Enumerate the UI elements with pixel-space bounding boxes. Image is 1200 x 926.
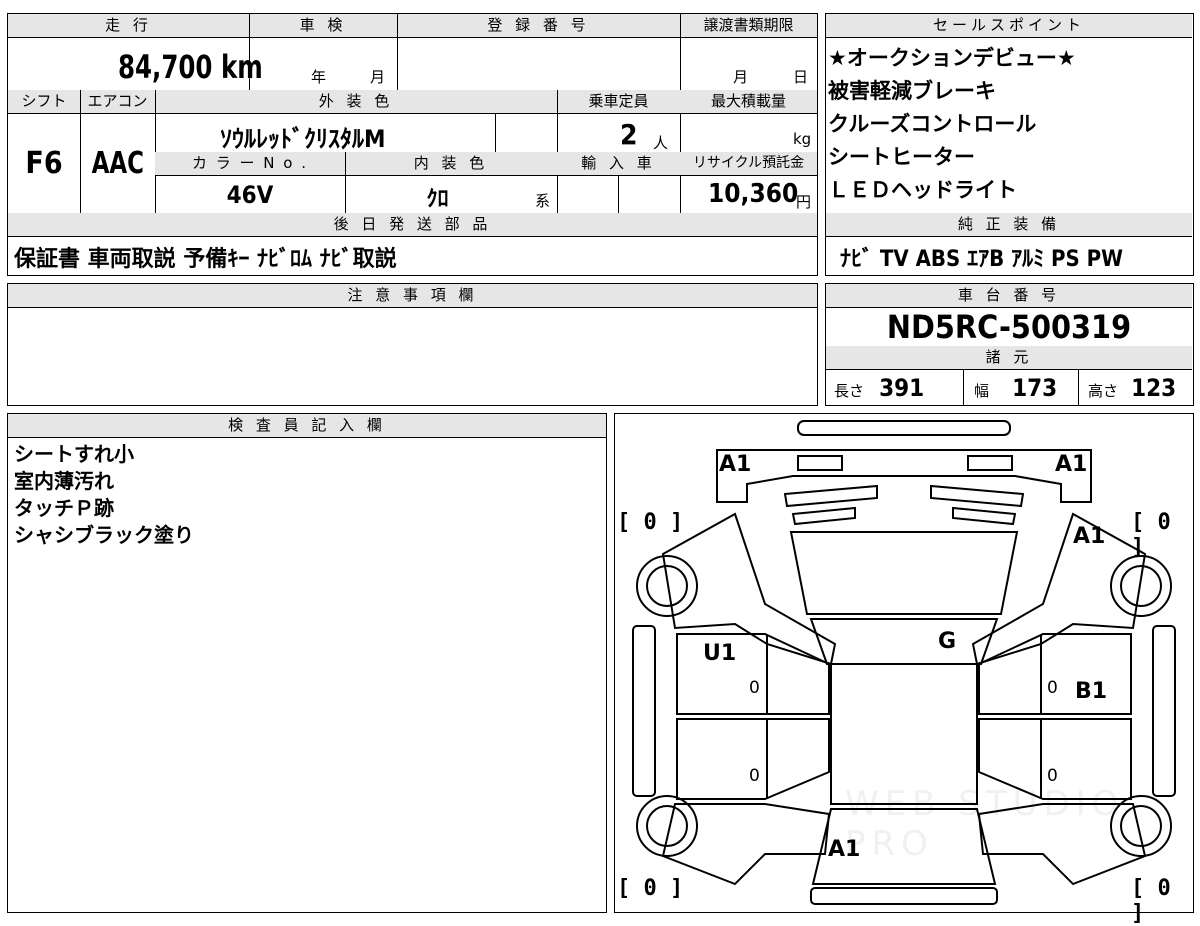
registration-header: 登 録 番 号 xyxy=(397,14,680,38)
height-spec: 高さ 123 xyxy=(1088,374,1176,402)
ac-value: AAC xyxy=(80,146,155,181)
interior-value: ｸﾛ xyxy=(426,187,449,212)
left-front-fender-shape xyxy=(661,512,837,666)
hood-shape xyxy=(789,531,1019,615)
transfer-day: 日 xyxy=(793,68,809,86)
mark-front-right: A1 xyxy=(1055,452,1088,477)
inspection-header: 車 検 xyxy=(249,14,397,38)
later-parts-value: 保証書 車両取説 予備ｷｰ ﾅﾋﾞﾛﾑ ﾅﾋﾞ取説 xyxy=(14,247,397,272)
windshield-shape xyxy=(809,618,999,665)
zero-mark: 0 xyxy=(1047,678,1058,698)
tire-front-left: [ 0 ] xyxy=(617,510,684,535)
load-unit: kg xyxy=(793,130,812,148)
interior-header: 内 装 色 xyxy=(345,152,557,176)
mileage-unit: km xyxy=(220,48,263,86)
height-label: 高さ xyxy=(1088,382,1119,400)
transfer-header: 譲渡書類期限 xyxy=(680,14,817,38)
width-value: 173 xyxy=(1012,374,1058,402)
mark-front-left: A1 xyxy=(719,452,752,477)
later-parts-header: 後 日 発 送 部 品 xyxy=(8,213,817,237)
watermark: WEB STUDIO PRO xyxy=(845,784,1125,864)
width-label: 幅 xyxy=(974,382,990,400)
left-rear-fender-shape xyxy=(661,803,831,886)
width-spec: 幅 173 xyxy=(974,374,1057,402)
ac-header: エアコン xyxy=(80,90,155,114)
zero-mark: 0 xyxy=(749,678,760,698)
recycle-value: 10,360 xyxy=(708,179,799,209)
sales-item: ★オークションデビュー★ xyxy=(828,46,1076,70)
sales-item: シートヒーター xyxy=(828,145,975,169)
recycle-unit: 円 xyxy=(796,193,812,211)
inspector-item: 室内薄汚れ xyxy=(14,469,114,493)
chassis-number: ND5RC-500319 xyxy=(886,308,1132,346)
mark-right-fender: A1 xyxy=(1073,524,1106,549)
sales-list: ★オークションデビュー★ 被害軽減ブレーキ クルーズコントロール シートヒーター… xyxy=(826,42,1192,207)
color-no-value: 46V xyxy=(226,181,274,209)
length-value: 391 xyxy=(879,374,925,402)
color-no-header: カ ラ ー N o . xyxy=(155,152,345,176)
sales-points-panel: セールスポイント ★オークションデビュー★ 被害軽減ブレーキ クルーズコントロー… xyxy=(825,13,1194,276)
notes-panel: 注 意 事 項 欄 xyxy=(7,283,818,406)
right-front-fender-shape xyxy=(971,512,1147,666)
exterior-value: ｿｳﾙﾚｯﾄﾞｸﾘｽﾀﾙM xyxy=(220,125,386,153)
inspector-list: シートすれ小 室内薄汚れ タッチＰ跡 シャシブラック塗り xyxy=(8,441,194,549)
inspector-item: シャシブラック塗り xyxy=(14,523,194,547)
chassis-header: 車 台 番 号 xyxy=(826,284,1192,308)
zero-mark: 0 xyxy=(749,766,760,786)
notes-header: 注 意 事 項 欄 xyxy=(8,284,817,308)
rear-bumper-shape xyxy=(810,887,998,905)
left-headlight-shape xyxy=(797,455,843,471)
vehicle-info-table: 走 行 車 検 登 録 番 号 譲渡書類期限 84,700 km 年 月 月 日… xyxy=(7,13,818,276)
damage-diagram-panel: A1 A1 A1 G U1 B1 A1 [ 0 ] [ 0 ] [ 0 ] [ … xyxy=(614,413,1194,926)
interior-unit: 系 xyxy=(535,192,551,210)
right-side-rail-shape xyxy=(1152,625,1176,797)
load-header: 最大積載量 xyxy=(680,90,817,114)
mark-windshield: G xyxy=(938,629,957,654)
zero-mark: 0 xyxy=(1047,766,1058,786)
recycle-header: リサイクル預託金 xyxy=(680,152,817,176)
chassis-panel: 車 台 番 号 ND5RC-500319 諸 元 長さ 391 幅 173 高さ… xyxy=(825,283,1194,406)
inspector-header: 検 査 員 記 入 欄 xyxy=(8,414,606,438)
mark-left-door: U1 xyxy=(703,641,737,666)
hood-front-shape xyxy=(716,449,1092,503)
capacity-header: 乗車定員 xyxy=(557,90,680,114)
left-side-rail-shape xyxy=(632,625,656,797)
ac-value-text: AAC xyxy=(91,146,144,181)
capacity-unit: 人 xyxy=(653,134,669,152)
sales-item: 被害軽減ブレーキ xyxy=(828,79,996,103)
height-value: 123 xyxy=(1131,374,1177,402)
right-headlight-shape xyxy=(967,455,1013,471)
specs-header: 諸 元 xyxy=(826,346,1192,370)
exterior-header: 外 装 色 xyxy=(155,90,557,114)
inspector-panel: 検 査 員 記 入 欄 シートすれ小 室内薄汚れ タッチＰ跡 シャシブラック塗り xyxy=(7,413,607,913)
transfer-month: 月 xyxy=(733,68,749,86)
grille-shape xyxy=(783,484,1025,508)
inspection-year: 年 xyxy=(311,68,327,86)
mileage-number: 84,700 xyxy=(118,48,213,86)
inspector-item: シートすれ小 xyxy=(14,442,134,466)
sales-item: クルーズコントロール xyxy=(828,112,1037,136)
tire-rear-right: [ 0 ] xyxy=(1131,876,1171,926)
front-bumper-shape xyxy=(797,420,1011,436)
equipment-value: ﾅﾋﾞ TV ABS ｴｱB ｱﾙﾐ PS PW xyxy=(840,247,1123,272)
length-spec: 長さ 391 xyxy=(834,374,924,402)
tire-rear-left: [ 0 ] xyxy=(617,876,684,901)
length-label: 長さ xyxy=(834,382,865,400)
capacity-value: 2 xyxy=(620,118,638,151)
left-door-shape xyxy=(676,633,830,715)
shift-value: F6 xyxy=(25,146,63,181)
sales-header: セールスポイント xyxy=(826,14,1192,38)
import-header: 輸 入 車 xyxy=(557,152,680,176)
inspection-month: 月 xyxy=(370,68,386,86)
shift-header: シフト xyxy=(8,90,80,114)
tire-front-right: [ 0 ] xyxy=(1131,510,1171,560)
mileage-header: 走 行 xyxy=(8,14,249,38)
mileage-value: 84,700 km xyxy=(118,48,288,86)
cabin-shape xyxy=(830,663,978,805)
sales-item: ＬＥＤヘッドライト xyxy=(828,178,1017,202)
mark-right-door: B1 xyxy=(1075,679,1108,704)
equipment-header: 純 正 装 備 xyxy=(826,213,1192,237)
right-door-shape xyxy=(978,633,1132,715)
inspector-item: タッチＰ跡 xyxy=(14,496,114,520)
